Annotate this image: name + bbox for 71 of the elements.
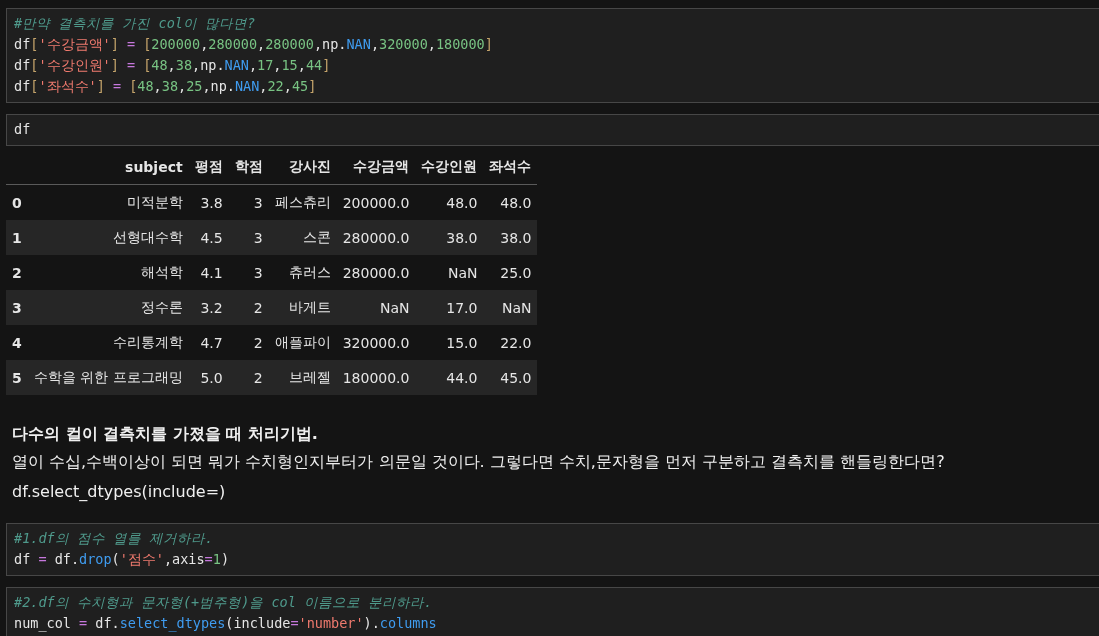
table-cell: 선형대수학 bbox=[27, 220, 189, 255]
table-cell: 수리통계학 bbox=[27, 325, 189, 360]
row-index: 0 bbox=[6, 184, 28, 220]
table-cell: 수학을 위한 프로그래밍 bbox=[27, 360, 189, 395]
table-cell: 15.0 bbox=[415, 325, 484, 360]
column-header: subject bbox=[27, 150, 189, 185]
code-cell[interactable]: #만약 결측치를 가진 col이 많다면? df['수강금액'] = [200000,280000,280000,np.NAN,320000,180000] df['수강인원'] = [48,38,np.NAN,17,15,44] df['좌석수'] = [48,38,25,np.NAN,22,45] bbox=[6, 8, 1099, 103]
code-comment: #2.df의 수치형과 문자형(+범주형)을 col 이름으로 분리하라. bbox=[14, 593, 433, 612]
table-cell: 38.0 bbox=[415, 220, 484, 255]
row-index: 3 bbox=[6, 290, 28, 325]
table-cell: 38.0 bbox=[483, 220, 538, 255]
table-cell: 3.8 bbox=[188, 184, 229, 220]
table-cell: 2 bbox=[228, 325, 269, 360]
code-cell[interactable]: df bbox=[6, 114, 1099, 146]
row-index: 1 bbox=[6, 220, 28, 255]
table-cell: 미적분학 bbox=[27, 184, 189, 220]
markdown-paragraph: df.select_dtypes(include=) bbox=[12, 481, 226, 503]
code-line: df = df.drop('점수',axis=1) bbox=[14, 550, 230, 569]
table-cell: 4.7 bbox=[188, 325, 229, 360]
table-cell: 해석학 bbox=[27, 255, 189, 290]
column-header: 수강인원 bbox=[415, 150, 484, 185]
table-cell: NaN bbox=[415, 255, 484, 290]
table-cell: 5.0 bbox=[188, 360, 229, 395]
code-line: df['수강금액'] = [200000,280000,280000,np.NAN,320000,180000] bbox=[14, 35, 493, 54]
code-line: df['수강인원'] = [48,38,np.NAN,17,15,44] bbox=[14, 56, 331, 75]
code-line: df bbox=[14, 120, 31, 139]
table-cell: 4.5 bbox=[188, 220, 229, 255]
column-header: 학점 bbox=[228, 150, 269, 185]
table-cell: 3.2 bbox=[188, 290, 229, 325]
table-cell: 200000.0 bbox=[336, 184, 416, 220]
table-cell: 17.0 bbox=[415, 290, 484, 325]
column-header: 강사진 bbox=[268, 150, 337, 185]
table-cell: 45.0 bbox=[483, 360, 538, 395]
table-cell: 정수론 bbox=[27, 290, 189, 325]
table-cell: 바게트 bbox=[268, 290, 337, 325]
code-line: num_col = df.select_dtypes(include='number').columns bbox=[14, 614, 437, 634]
table-cell: 25.0 bbox=[483, 255, 538, 290]
table-cell: 48.0 bbox=[483, 184, 538, 220]
table-cell: 애플파이 bbox=[268, 325, 337, 360]
column-header: 좌석수 bbox=[483, 150, 538, 185]
row-index: 2 bbox=[6, 255, 28, 290]
table-cell: NaN bbox=[336, 290, 416, 325]
table-cell: 320000.0 bbox=[336, 325, 416, 360]
code-cell[interactable]: #2.df의 수치형과 문자형(+범주형)을 col 이름으로 분리하라. num_col = df.select_dtypes(include='number').columns bbox=[6, 587, 1099, 636]
code-cell[interactable]: #1.df의 점수 열를 제거하라. df = df.drop('점수',axis=1) bbox=[6, 523, 1099, 576]
code-comment: #만약 결측치를 가진 col이 많다면? bbox=[14, 14, 256, 33]
table-cell: 48.0 bbox=[415, 184, 484, 220]
code-line: df['좌석수'] = [48,38,25,np.NAN,22,45] bbox=[14, 77, 317, 96]
table-cell: 3 bbox=[228, 220, 269, 255]
markdown-heading: 다수의 컬이 결측치를 가졌을 때 처리기법. bbox=[12, 423, 318, 445]
table-cell: 스콘 bbox=[268, 220, 337, 255]
table-cell: 3 bbox=[228, 255, 269, 290]
table-cell: 2 bbox=[228, 360, 269, 395]
markdown-paragraph: 열이 수십,수백이상이 되면 뭐가 수치형인지부터가 의문일 것이다. 그렇다면 수치,문자형을 먼저 구분하고 결측치를 핸들링한다면? bbox=[12, 451, 945, 473]
table-cell: 2 bbox=[228, 290, 269, 325]
table-cell: 280000.0 bbox=[336, 255, 416, 290]
table-cell: 3 bbox=[228, 184, 269, 220]
table-cell: 4.1 bbox=[188, 255, 229, 290]
table-cell: 브레젤 bbox=[268, 360, 337, 395]
column-header: 평점 bbox=[188, 150, 229, 185]
table-cell: 페스츄리 bbox=[268, 184, 337, 220]
row-index: 4 bbox=[6, 325, 28, 360]
table-cell: 22.0 bbox=[483, 325, 538, 360]
row-index: 5 bbox=[6, 360, 28, 395]
table-cell: 44.0 bbox=[415, 360, 484, 395]
table-cell: 280000.0 bbox=[336, 220, 416, 255]
code-comment: #1.df의 점수 열를 제거하라. bbox=[14, 529, 214, 548]
table-cell: 180000.0 bbox=[336, 360, 416, 395]
column-header: 수강금액 bbox=[336, 150, 416, 185]
table-cell: 츄러스 bbox=[268, 255, 337, 290]
table-cell: NaN bbox=[483, 290, 538, 325]
